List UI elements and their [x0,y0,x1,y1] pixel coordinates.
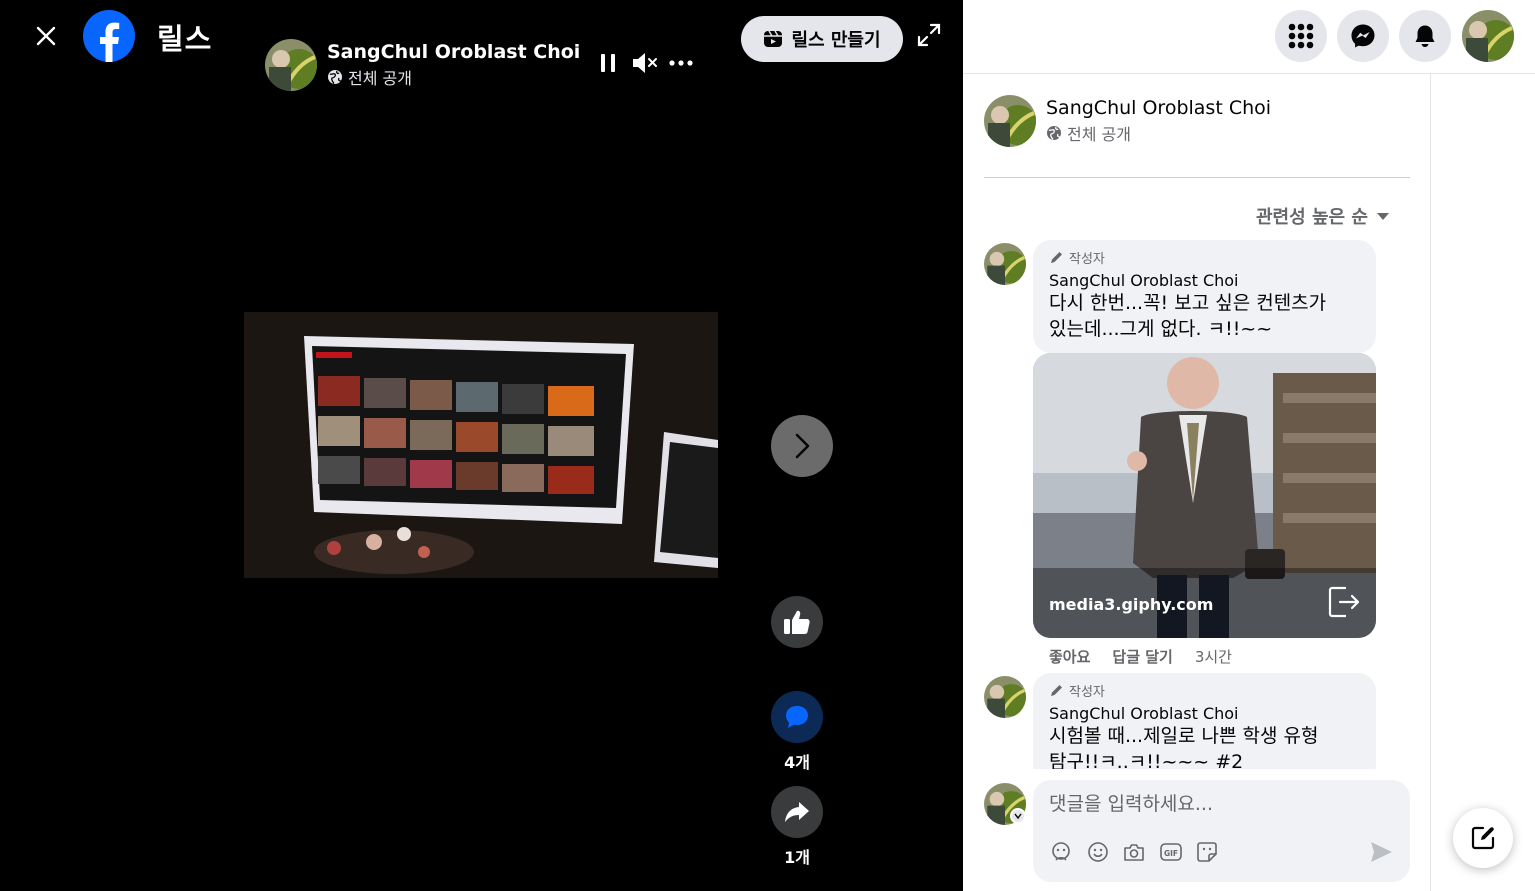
sticker-button[interactable] [1195,840,1219,864]
create-reel-button[interactable]: 릴스 만들기 [741,16,903,62]
more-options-button[interactable] [667,48,695,78]
speaker-muted-icon [633,53,657,73]
author-name[interactable]: SangChul Oroblast Choi [327,41,580,63]
reply-button[interactable]: 답글 달기 [1112,646,1172,667]
comment-button[interactable] [771,691,823,743]
more-icon [669,60,693,66]
author-badge: 작성자 [1049,248,1362,267]
author-badge: 작성자 [1049,681,1362,700]
pencil-icon [1051,252,1062,263]
chevron-right-icon [795,433,810,459]
privacy-label: 전체 공개 [1067,125,1131,144]
gif-button[interactable]: GIF [1159,840,1183,864]
gif-source-label: media3.giphy.com [1049,595,1214,614]
close-icon [36,26,56,46]
reels-icon [764,30,783,47]
like-button[interactable] [771,596,823,648]
create-reel-label: 릴스 만들기 [791,30,881,51]
mute-button[interactable] [630,48,660,78]
messenger-icon [1351,24,1375,48]
gif-attachment[interactable]: media3.giphy.com [1033,353,1376,638]
notifications-button[interactable] [1399,10,1451,62]
comments-list: 작성자 SangChul Oroblast Choi 다시 한번...꼭! 보고… [963,235,1430,769]
comment-text-line: 있는데...그게 없다. ㅋ!!~~ [1049,318,1273,340]
facebook-logo-icon[interactable] [83,10,135,62]
comment-text-line: 다시 한번...꼭! 보고 싶은 컨텐츠가 [1049,292,1327,314]
like-action [771,596,823,648]
reel-author[interactable]: SangChul Oroblast Choi 전체 공개 [265,39,580,91]
emoji-button[interactable] [1086,840,1110,864]
globe-icon [1047,126,1061,140]
privacy-label: 전체 공개 [348,69,412,88]
pause-button[interactable] [596,48,620,78]
gif-icon: GIF [1160,843,1182,861]
avatar-sticker-button[interactable] [1049,840,1073,864]
author-badge-label: 작성자 [1069,685,1105,700]
comment-action: 4개 [771,691,823,773]
video-frame-image [244,312,718,578]
author-name[interactable]: SangChul Oroblast Choi [1046,97,1271,119]
compose-icon [1471,826,1495,850]
sort-label: 관련성 높은 순 [1256,207,1368,228]
share-action: 1개 [771,786,823,868]
external-link-icon[interactable] [1326,584,1362,620]
next-reel-button[interactable] [771,415,833,477]
comments-panel: SangChul Oroblast Choi 전체 공개 관련성 높은 순 작성… [963,0,1535,891]
emoji-icon [1088,842,1108,862]
comment-count: 4개 [784,753,810,772]
account-avatar[interactable] [1462,10,1514,62]
panel-divider [1430,74,1431,891]
globe-icon [328,70,342,84]
expand-icon[interactable] [916,22,942,48]
pause-icon [601,54,615,72]
comment-actions: 좋아요 답글 달기 3시간 [1049,646,1232,667]
caret-down-icon [1376,212,1389,220]
chevron-down-icon [1014,813,1022,819]
photo-button[interactable] [1122,840,1146,864]
profile-switch-button[interactable] [1010,808,1026,824]
comment-icon [786,706,808,728]
share-icon [785,802,809,822]
comment-author-name[interactable]: SangChul Oroblast Choi [1049,271,1362,290]
share-count: 1개 [784,848,810,867]
privacy-indicator: 전체 공개 [327,65,580,89]
new-message-button[interactable] [1453,808,1513,868]
comment-bubble: 작성자 SangChul Oroblast Choi 시험볼 때...제일로 나… [1033,673,1376,769]
comment-text-line: 시험볼 때...제일로 나쁜 학생 유형 [1049,725,1319,747]
menu-button[interactable] [1275,10,1327,62]
comment-author-name[interactable]: SangChul Oroblast Choi [1049,704,1362,723]
svg-text:GIF: GIF [1164,849,1178,858]
comment-avatar[interactable] [984,243,1026,285]
comment-text-line: 탐구!!ㅋ..ㅋ!!~~~ #2 [1049,751,1244,769]
author-badge-label: 작성자 [1069,252,1105,267]
messenger-button[interactable] [1337,10,1389,62]
avatar-sticker-icon [1052,842,1070,861]
divider [984,177,1410,178]
camera-icon [1124,844,1144,861]
sticker-icon [1197,842,1217,862]
page-title: 릴스 [157,22,213,56]
comment-input[interactable] [1049,788,1379,820]
reel-viewer: 릴스 SangChul Oroblast Choi 전체 공개 릴스 만들기 4… [0,0,963,891]
send-icon[interactable] [1368,839,1394,865]
reel-video[interactable] [244,312,718,578]
privacy-indicator: 전체 공개 [1046,121,1271,145]
comment-timestamp[interactable]: 3시간 [1195,646,1232,667]
comment-avatar[interactable] [984,676,1026,718]
avatar[interactable] [265,39,317,91]
avatar[interactable] [984,95,1036,147]
like-comment-button[interactable]: 좋아요 [1049,646,1090,667]
bell-icon [1415,25,1435,47]
top-navigation [963,0,1535,74]
close-button[interactable] [30,20,62,52]
sort-dropdown[interactable]: 관련성 높은 순 [1256,203,1390,229]
pencil-icon [1051,685,1062,696]
comment-composer: GIF [1033,780,1410,882]
post-author: SangChul Oroblast Choi 전체 공개 [984,95,1271,147]
grid-menu-icon [1288,23,1314,49]
comment-bubble: 작성자 SangChul Oroblast Choi 다시 한번...꼭! 보고… [1033,240,1376,353]
share-button[interactable] [771,786,823,838]
thumbs-up-icon [784,610,810,634]
